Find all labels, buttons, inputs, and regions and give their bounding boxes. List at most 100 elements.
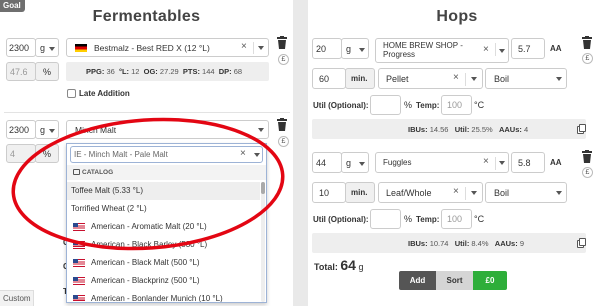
divider <box>4 112 290 113</box>
fermentable-search-input[interactable]: IE - Minch Malt - Pale Malt × <box>70 146 263 163</box>
fermentable-unit-select[interactable]: g <box>35 38 59 57</box>
trash-icon[interactable] <box>582 150 592 163</box>
hop-use-select[interactable]: Boil <box>485 182 567 203</box>
fermentable-amount-input[interactable]: 2300 <box>6 120 36 139</box>
late-addition-checkbox[interactable] <box>67 89 76 98</box>
dropdown-option[interactable]: Toffee Malt (5.33 °L) <box>67 182 260 200</box>
chevron-down-icon <box>499 49 505 53</box>
custom-tab[interactable]: Custom <box>0 290 34 306</box>
util-label: Util (Optional): <box>313 215 369 224</box>
hop-time-input[interactable]: 60 <box>312 68 346 89</box>
hop-stats: IBUs: 10.74 Util: 8.4% AAUs: 9 <box>312 233 586 253</box>
fermentable-unit-select[interactable]: g <box>35 120 59 139</box>
sort-hops-button[interactable]: Sort <box>436 271 473 290</box>
hop-amount-input[interactable]: 20 <box>312 38 342 59</box>
fermentable-percent-field: 4 <box>6 144 36 163</box>
trash-icon[interactable] <box>582 36 592 49</box>
hop-use-select[interactable]: Boil <box>485 68 567 89</box>
hop-unit-select[interactable]: g <box>341 38 369 59</box>
us-flag-icon <box>73 276 85 285</box>
chevron-down-icon <box>556 191 562 195</box>
fermentables-title: Fermentables <box>92 8 201 25</box>
dropdown-scrollbar[interactable] <box>261 182 265 302</box>
hop-temp-input[interactable]: 100 <box>441 95 472 115</box>
us-flag-icon <box>73 294 85 302</box>
aa-label: AA <box>550 158 562 167</box>
chevron-down-icon <box>359 48 365 52</box>
copy-icon[interactable] <box>577 238 586 248</box>
clear-icon[interactable]: × <box>483 44 489 55</box>
trash-icon[interactable] <box>277 118 287 131</box>
dropdown-option[interactable]: American - Bonlander Munich (10 °L) <box>67 290 260 302</box>
clear-icon[interactable]: × <box>453 186 459 197</box>
clear-icon[interactable]: × <box>240 148 246 159</box>
catalog-icon <box>73 169 80 176</box>
hop-variety-select[interactable]: HOME BREW SHOP - Progress × <box>375 38 509 63</box>
chevron-down-icon <box>254 153 260 157</box>
chevron-down-icon <box>258 128 264 132</box>
hop-form-select[interactable]: Leaf/Whole × <box>378 182 483 203</box>
clear-icon[interactable]: × <box>241 41 247 52</box>
hop-aa-input[interactable]: 5.7 <box>511 38 545 59</box>
util-label: Util (Optional): <box>313 101 369 110</box>
dropdown-list: Toffee Malt (5.33 °L) Torrified Wheat (2 … <box>67 182 260 302</box>
fermentable-percent-unit: % <box>35 62 59 81</box>
dropdown-option[interactable]: Torrified Wheat (2 °L) <box>67 200 260 218</box>
cost-icon[interactable]: £ <box>582 167 593 178</box>
hop-form-select[interactable]: Pellet × <box>378 68 483 89</box>
chevron-down-icon <box>471 77 477 81</box>
hop-aa-input[interactable]: 5.8 <box>511 152 545 173</box>
us-flag-icon <box>73 240 85 249</box>
hop-util-input[interactable] <box>370 95 401 115</box>
hop-cost-button[interactable]: £0 <box>473 271 507 290</box>
cost-icon[interactable]: £ <box>582 53 593 64</box>
dropdown-option[interactable]: American - Blackprinz (500 °L) <box>67 272 260 290</box>
aa-label: AA <box>550 44 562 53</box>
fermentable-percent-unit: % <box>35 144 59 163</box>
fermentable-select[interactable]: Bestmalz - Best RED X (12 °L) × <box>66 38 269 57</box>
hops-panel: Hops 20 g HOME BREW SHOP - Progress × 5.… <box>308 0 606 306</box>
chevron-down-icon <box>471 191 477 195</box>
hop-time-input[interactable]: 10 <box>312 182 346 203</box>
dropdown-option[interactable]: American - Black Malt (500 °L) <box>67 254 260 272</box>
dropdown-group-header: CATALOG <box>67 165 266 180</box>
chevron-down-icon <box>258 46 264 50</box>
cost-icon[interactable]: £ <box>278 54 289 65</box>
temp-label: Temp: <box>416 101 440 110</box>
copy-icon[interactable] <box>577 124 586 134</box>
clear-icon[interactable]: × <box>453 72 459 83</box>
hop-stats: IBUs: 14.56 Util: 25.5% AAUs: 4 <box>312 119 586 139</box>
total-label: Total: 64 g <box>314 257 364 273</box>
chevron-down-icon <box>556 77 562 81</box>
chevron-down-icon <box>499 161 505 165</box>
hop-time-unit: min. <box>345 182 375 203</box>
hop-unit-select[interactable]: g <box>341 152 369 173</box>
hop-variety-select[interactable]: Fuggles × <box>375 152 509 173</box>
hop-time-unit: min. <box>345 68 375 89</box>
cost-icon[interactable]: £ <box>278 136 289 147</box>
chevron-down-icon <box>359 162 365 166</box>
dropdown-option[interactable]: American - Black Barley (530 °L) <box>67 236 260 254</box>
fermentable-select[interactable]: Minch Malt <box>66 120 269 139</box>
trash-icon[interactable] <box>277 36 287 49</box>
chevron-down-icon <box>49 47 55 51</box>
fermentables-panel: Goal Fermentables 2300 g Bestmalz - Best… <box>0 0 293 306</box>
fermentable-stats: PPG: 36 °L: 12 OG: 27.29 PTS: 144 DP: 68 <box>66 62 269 81</box>
scrollbar-thumb[interactable] <box>261 182 265 194</box>
hop-util-input[interactable] <box>370 209 401 229</box>
dropdown-option[interactable]: American - Aromatic Malt (20 °L) <box>67 218 260 236</box>
late-addition-label[interactable]: Late Addition <box>79 89 130 98</box>
chevron-down-icon <box>49 129 55 133</box>
us-flag-icon <box>73 222 85 231</box>
fermentable-amount-input[interactable]: 2300 <box>6 38 36 57</box>
hops-title: Hops <box>436 8 478 25</box>
hop-amount-input[interactable]: 44 <box>312 152 342 173</box>
fermentable-percent-field: 47.6 <box>6 62 36 81</box>
us-flag-icon <box>73 258 85 267</box>
temp-label: Temp: <box>416 215 440 224</box>
add-hop-button[interactable]: Add <box>399 271 436 290</box>
hop-temp-input[interactable]: 100 <box>441 209 472 229</box>
germany-flag-icon <box>75 44 87 52</box>
fermentable-dropdown: IE - Minch Malt - Pale Malt × CATALOG To… <box>66 143 267 303</box>
clear-icon[interactable]: × <box>483 156 489 167</box>
